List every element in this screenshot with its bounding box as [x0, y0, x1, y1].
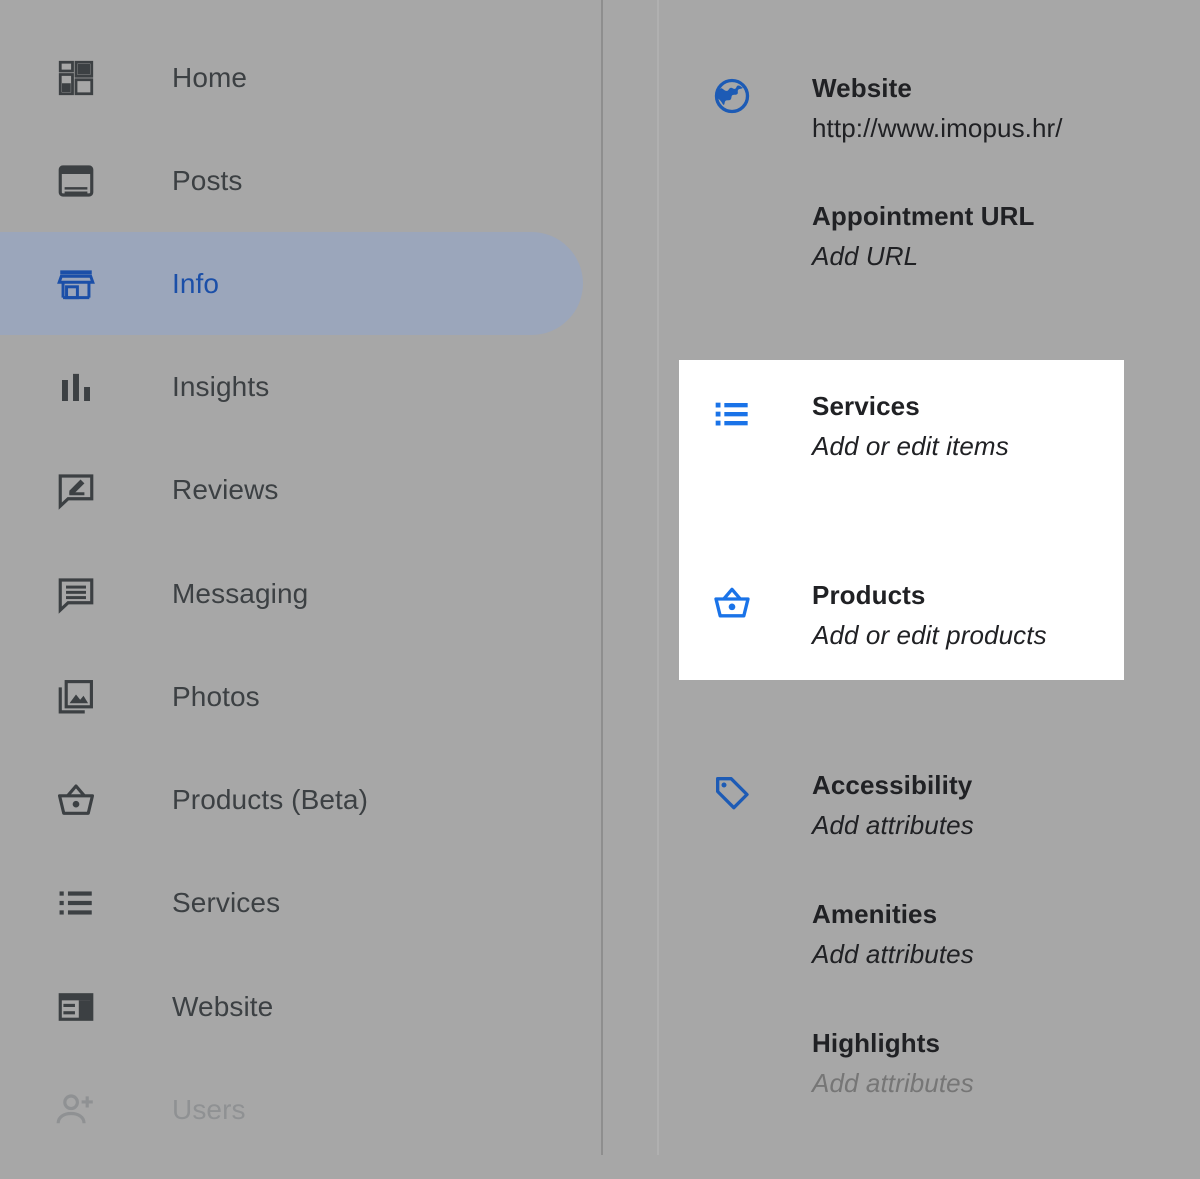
web-layout-icon [52, 983, 100, 1031]
info-detail-column: Website http://www.imopus.hr/ Appointmen… [658, 0, 1200, 1179]
sidebar-item-label: Products (Beta) [172, 783, 369, 815]
sidebar-item-services[interactable]: Services [0, 851, 600, 954]
sidebar-item-label: Info [172, 267, 220, 299]
list-icon [52, 879, 100, 927]
sidebar-item-label: Posts [172, 164, 243, 196]
basket-icon [708, 579, 756, 627]
photo-library-icon [52, 673, 100, 721]
sidebar-item-label: Website [172, 990, 274, 1022]
rate-review-icon [52, 466, 100, 514]
info-row-value[interactable]: Add attributes [812, 1063, 1192, 1103]
sidebar-item-messaging[interactable]: Messaging [0, 542, 600, 645]
person-add-icon [52, 1086, 100, 1134]
info-row-value[interactable]: Add or edit items [812, 426, 1192, 466]
info-row-body: Website http://www.imopus.hr/ [812, 68, 1192, 148]
sidebar-item-website[interactable]: Website [0, 955, 600, 1058]
globe-icon [708, 72, 756, 120]
bar-chart-icon [52, 363, 100, 411]
info-row-body: Accessibility Add attributes [812, 765, 1192, 845]
sidebar-item-products-beta[interactable]: Products (Beta) [0, 748, 600, 851]
list-icon [708, 390, 756, 438]
sidebar-item-insights[interactable]: Insights [0, 335, 600, 438]
sidebar-item-label: Insights [172, 370, 270, 402]
panel-divider-left [601, 0, 603, 1155]
info-row-title: Services [812, 391, 920, 421]
app-root: Home Posts Info Insights Reviews Messagi… [0, 0, 1200, 1179]
sidebar-item-posts[interactable]: Posts [0, 129, 600, 232]
dashboard-icon [52, 54, 100, 102]
info-row-body: Amenities Add attributes [812, 894, 1192, 974]
info-row-value: http://www.imopus.hr/ [812, 113, 1063, 143]
info-row-title: Highlights [812, 1028, 941, 1058]
info-row-body: Appointment URL Add URL [812, 196, 1192, 276]
tag-icon [708, 769, 756, 817]
info-row-value[interactable]: Add attributes [812, 934, 1192, 974]
info-row-value[interactable]: Add or edit products [812, 615, 1192, 655]
info-row-body: Services Add or edit items [812, 386, 1192, 466]
message-icon [52, 570, 100, 618]
info-row-body: Highlights Add attributes [812, 1023, 1192, 1103]
basket-icon [52, 776, 100, 824]
sidebar-item-reviews[interactable]: Reviews [0, 438, 600, 541]
sidebar-item-label: Messaging [172, 577, 309, 609]
post-icon [52, 157, 100, 205]
sidebar-item-photos[interactable]: Photos [0, 645, 600, 748]
sidebar-item-label: Users [172, 1093, 246, 1125]
sidebar-nav: Home Posts Info Insights Reviews Messagi… [0, 0, 600, 1179]
info-row-title: Amenities [812, 899, 938, 929]
info-row-value[interactable]: Add URL [812, 236, 1192, 276]
sidebar-item-label: Reviews [172, 473, 279, 505]
sidebar-item-label: Home [172, 61, 248, 93]
info-row-title: Appointment URL [812, 201, 1035, 231]
sidebar-item-label: Services [172, 886, 281, 918]
sidebar-item-info[interactable]: Info [0, 232, 600, 335]
sidebar-item-home[interactable]: Home [0, 26, 600, 129]
info-row-title: Products [812, 580, 926, 610]
sidebar-item-label: Photos [172, 680, 260, 712]
sidebar-item-users[interactable]: Users [0, 1058, 600, 1161]
info-row-title: Accessibility [812, 770, 973, 800]
info-row-body: Products Add or edit products [812, 575, 1192, 655]
info-row-title: Website [812, 73, 912, 103]
storefront-icon [52, 260, 100, 308]
info-row-value[interactable]: Add attributes [812, 805, 1192, 845]
